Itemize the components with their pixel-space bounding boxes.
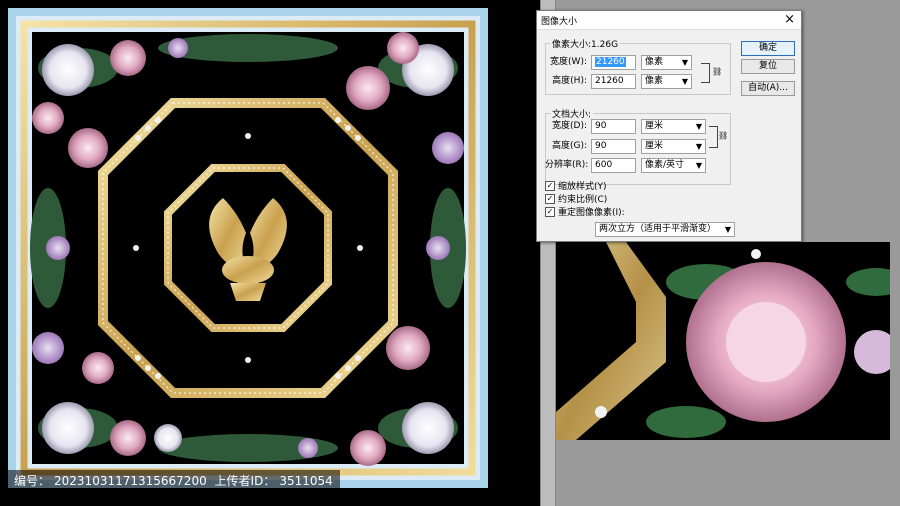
chevron-down-icon: ▼ (681, 58, 688, 67)
resolution-unit-select[interactable]: 像素/英寸 ▼ (641, 158, 706, 173)
constrain-proportions-checkbox[interactable]: ✓ 约束比例(C) (545, 193, 607, 206)
ok-button[interactable]: 确定 (741, 41, 795, 56)
pixel-dimensions-legend: 像素大小:1.26G (552, 40, 619, 50)
pixel-height-input[interactable]: 21260 (591, 74, 636, 89)
pixel-height-unit-select[interactable]: 像素 ▼ (641, 74, 692, 89)
checkbox-checked-icon: ✓ (545, 193, 555, 204)
chain-link-icon: ⛓ (712, 67, 723, 76)
doc-width-input[interactable]: 90 (591, 119, 636, 134)
resample-method-select[interactable]: 两次立方（适用于平滑渐变） ▼ (595, 222, 735, 237)
checkbox-checked-icon: ✓ (545, 206, 555, 217)
chevron-down-icon: ▼ (681, 77, 688, 86)
resolution-input[interactable]: 600 (591, 158, 636, 173)
doc-height-unit-select[interactable]: 厘米 ▼ (641, 139, 706, 154)
doc-height-row: 高度(G): 90 厘米 ▼ (545, 139, 729, 154)
watermark-uploader-value: 3511054 (279, 474, 333, 488)
dialog-title: 图像大小 (541, 17, 578, 27)
resample-checkbox[interactable]: ✓ 重定图像像素(I): (545, 206, 625, 219)
resolution-label: 分辨率(R): (545, 160, 589, 170)
pixel-width-label: 宽度(W): (550, 57, 587, 67)
chevron-down-icon: ▼ (695, 122, 702, 131)
close-icon[interactable]: × (784, 12, 795, 28)
doc-width-label: 宽度(D): (552, 121, 587, 131)
doc-height-label: 高度(G): (551, 141, 587, 151)
doc-width-row: 宽度(D): 90 厘米 ▼ (545, 119, 729, 134)
canvas-area: 编号： 20231031171315667200 上传者ID： 3511054 (0, 0, 540, 506)
watermark-uploader-label: 上传者ID： (214, 474, 276, 488)
image-size-dialog: 图像大小 × 像素大小:1.26G 宽度(W): 21260 像素 ▼ 高度(H)… (536, 10, 802, 242)
watermark-id-value: 20231031171315667200 (54, 474, 207, 488)
center-octagon (164, 164, 332, 332)
chevron-down-icon: ▼ (695, 161, 702, 170)
auto-button[interactable]: 自动(A)... (741, 81, 795, 96)
watermark-id-label: 编号： (14, 474, 51, 488)
pixel-height-label: 高度(H): (552, 76, 587, 86)
dialog-titlebar[interactable]: 图像大小 × (537, 11, 801, 30)
pixel-width-unit-select[interactable]: 像素 ▼ (641, 55, 692, 70)
checkbox-checked-icon: ✓ (545, 180, 555, 191)
pixel-link-bracket (701, 63, 710, 83)
scarf-artwork (8, 8, 488, 488)
doc-width-unit-select[interactable]: 厘米 ▼ (641, 119, 706, 134)
chevron-down-icon: ▼ (695, 142, 702, 151)
zoomed-crop-artwork (556, 242, 890, 440)
doc-link-bracket (709, 126, 718, 148)
chevron-down-icon: ▼ (724, 225, 731, 234)
reset-button[interactable]: 复位 (741, 59, 795, 74)
chain-link-icon: ⛓ (718, 131, 729, 140)
resolution-row: 分辨率(R): 600 像素/英寸 ▼ (545, 158, 729, 173)
doc-height-input[interactable]: 90 (591, 139, 636, 154)
watermark-bar: 编号： 20231031171315667200 上传者ID： 3511054 (0, 470, 340, 492)
scale-styles-checkbox[interactable]: ✓ 缩放样式(Y) (545, 180, 607, 193)
pixel-width-input[interactable]: 21260 (591, 55, 636, 70)
